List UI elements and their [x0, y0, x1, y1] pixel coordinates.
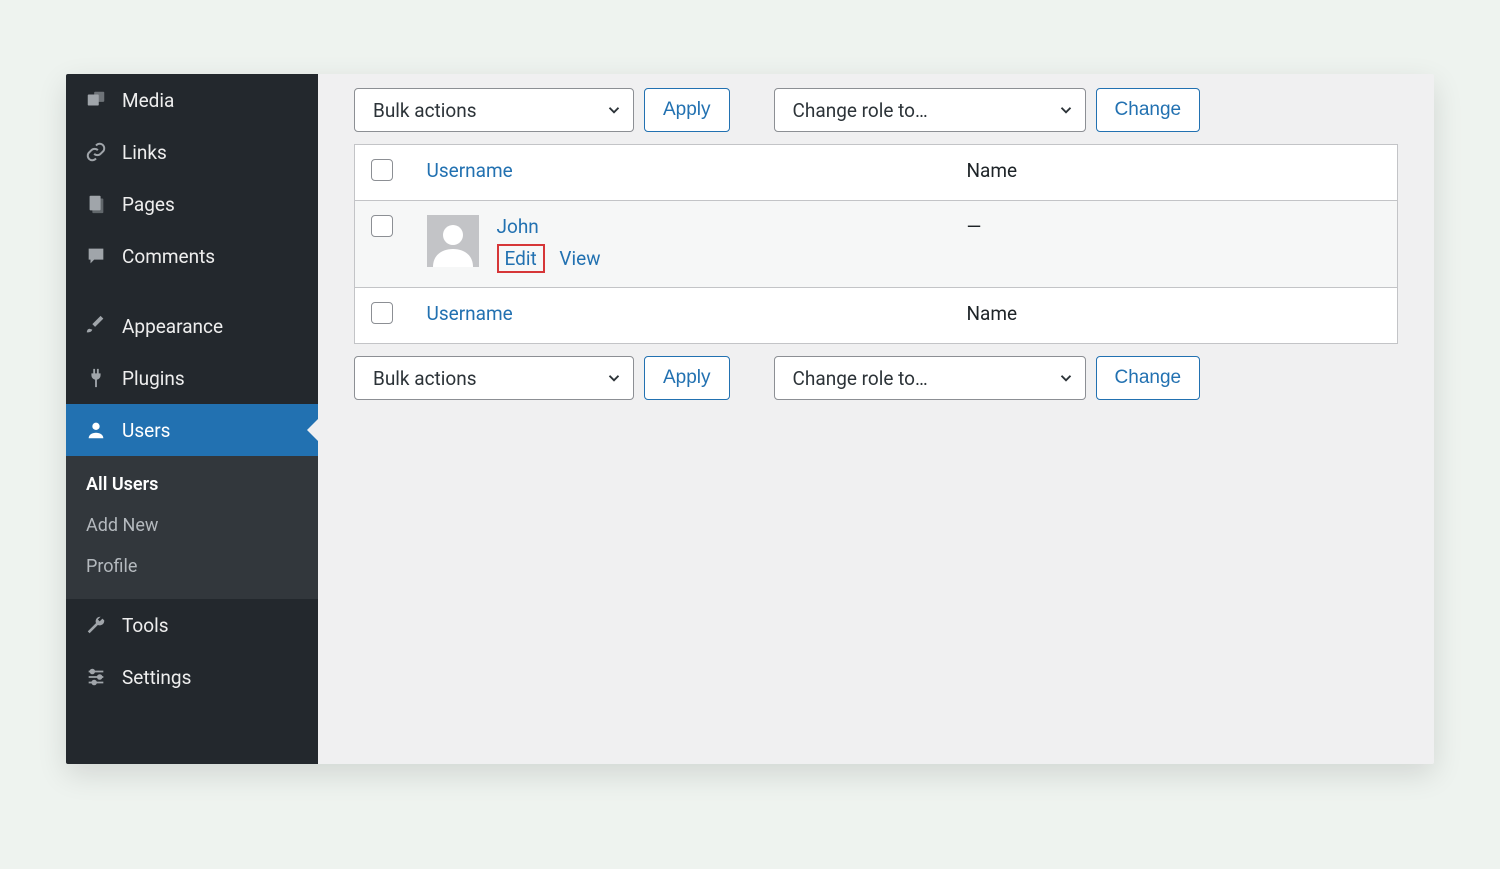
sidebar-item-comments[interactable]: Comments — [66, 230, 318, 282]
sidebar-item-label: Pages — [122, 193, 175, 216]
sidebar-item-settings[interactable]: Settings — [66, 651, 318, 703]
submenu-all-users[interactable]: All Users — [66, 464, 318, 505]
sidebar-item-appearance[interactable]: Appearance — [66, 300, 318, 352]
select-all-checkbox-bottom[interactable] — [371, 302, 393, 324]
user-icon — [84, 418, 108, 442]
users-table: Username Name John — [354, 144, 1398, 344]
sidebar-item-pages[interactable]: Pages — [66, 178, 318, 230]
row-checkbox[interactable] — [371, 215, 393, 237]
pages-icon — [84, 192, 108, 216]
comment-icon — [84, 244, 108, 268]
view-link[interactable]: View — [559, 247, 600, 270]
chevron-down-icon — [1057, 369, 1075, 387]
admin-sidebar: Media Links Pages Comments Appearance — [66, 74, 318, 764]
sidebar-item-label: Links — [122, 141, 167, 164]
link-icon — [84, 140, 108, 164]
sidebar-item-plugins[interactable]: Plugins — [66, 352, 318, 404]
submenu-add-new[interactable]: Add New — [66, 505, 318, 546]
change-role-select-bottom[interactable]: Change role to… — [774, 356, 1086, 400]
change-button[interactable]: Change — [1096, 88, 1201, 132]
chevron-down-icon — [605, 101, 623, 119]
toolbar-bottom: Bulk actions Apply Change role to… Chang… — [354, 356, 1398, 400]
sidebar-item-label: Appearance — [122, 315, 223, 338]
menu-separator — [66, 282, 318, 300]
apply-button[interactable]: Apply — [644, 88, 730, 132]
chevron-down-icon — [1057, 101, 1075, 119]
apply-button-bottom[interactable]: Apply — [644, 356, 730, 400]
select-all-checkbox[interactable] — [371, 159, 393, 181]
content-area: Bulk actions Apply Change role to… Chang… — [318, 74, 1434, 764]
users-submenu: All Users Add New Profile — [66, 456, 318, 599]
bulk-actions-select-bottom[interactable]: Bulk actions — [354, 356, 634, 400]
sidebar-item-links[interactable]: Links — [66, 126, 318, 178]
wp-admin-frame: Media Links Pages Comments Appearance — [66, 74, 1434, 764]
column-name-bottom[interactable]: Name — [951, 288, 1398, 344]
sidebar-item-users[interactable]: Users — [66, 404, 318, 456]
name-value: — — [967, 215, 982, 238]
column-username[interactable]: Username — [411, 145, 951, 201]
change-role-select[interactable]: Change role to… — [774, 88, 1086, 132]
sidebar-item-label: Tools — [122, 614, 169, 637]
select-value: Change role to… — [793, 99, 928, 122]
table-row: John Edit View — — [355, 201, 1398, 288]
sidebar-item-tools[interactable]: Tools — [66, 599, 318, 651]
media-icon — [84, 88, 108, 112]
brush-icon — [84, 314, 108, 338]
submenu-profile[interactable]: Profile — [66, 546, 318, 587]
avatar — [427, 215, 479, 267]
row-actions: Edit View — [497, 244, 601, 273]
toolbar-top: Bulk actions Apply Change role to… Chang… — [354, 88, 1398, 132]
sidebar-item-label: Users — [122, 419, 170, 442]
username-link[interactable]: John — [497, 215, 539, 238]
column-username-bottom[interactable]: Username — [411, 288, 951, 344]
sidebar-item-label: Settings — [122, 666, 191, 689]
chevron-down-icon — [605, 369, 623, 387]
select-value: Change role to… — [793, 367, 928, 390]
wrench-icon — [84, 613, 108, 637]
select-value: Bulk actions — [373, 367, 477, 390]
sidebar-item-media[interactable]: Media — [66, 74, 318, 126]
sidebar-item-label: Plugins — [122, 367, 185, 390]
sidebar-item-label: Media — [122, 89, 174, 112]
sidebar-item-label: Comments — [122, 245, 215, 268]
plug-icon — [84, 366, 108, 390]
select-value: Bulk actions — [373, 99, 477, 122]
sliders-icon — [84, 665, 108, 689]
column-name[interactable]: Name — [951, 145, 1398, 201]
bulk-actions-select[interactable]: Bulk actions — [354, 88, 634, 132]
change-button-bottom[interactable]: Change — [1096, 356, 1201, 400]
edit-link[interactable]: Edit — [497, 244, 545, 273]
